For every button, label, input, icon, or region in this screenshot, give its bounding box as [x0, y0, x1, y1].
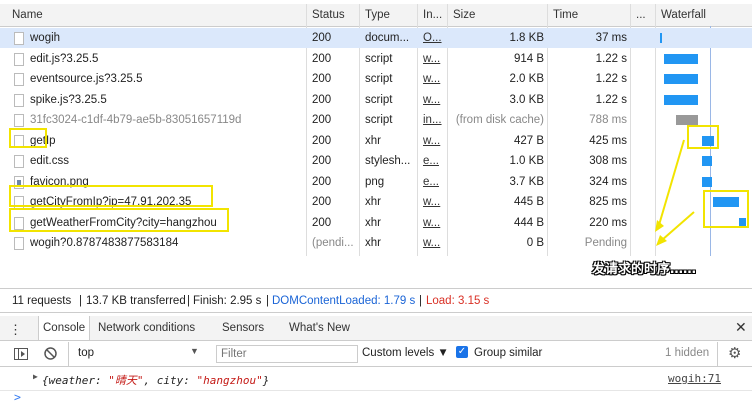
console-object-preview[interactable]: {weather: "晴天", city: "hangzhou"} [42, 372, 269, 388]
console-prompt[interactable]: > [14, 390, 21, 404]
drawer-tabbar: ⋮ Console Network conditions Sensors Wha… [0, 316, 752, 341]
network-summary: 11 requests | 13.7 KB transferred | Fini… [0, 290, 752, 313]
context-selector[interactable]: top [78, 347, 94, 359]
clear-console-icon[interactable] [44, 347, 57, 360]
summary-load: Load: 3.15 s [426, 295, 490, 307]
filter-input[interactable] [216, 345, 358, 363]
expand-arrow-icon[interactable]: ▶ [33, 372, 38, 381]
console-message: ▶ {weather: "晴天", city: "hangzhou"} wogi… [0, 368, 752, 391]
tab-sensors[interactable]: Sensors [222, 322, 264, 334]
tab-network-conditions[interactable]: Network conditions [98, 322, 195, 334]
drawer-menu-icon[interactable]: ⋮ [9, 322, 22, 338]
group-similar-checkbox[interactable]: ✓ [456, 346, 468, 358]
sidebar-toggle-icon[interactable] [14, 348, 28, 360]
summary-requests: 11 requests [12, 295, 72, 307]
console-toolbar: top ▼ Custom levels ▼ ✓ Group similar 1 … [0, 342, 752, 367]
group-similar-label: Group similar [474, 347, 543, 359]
close-icon[interactable]: ✕ [735, 319, 747, 336]
summary-finish: Finish: 2.95 s [193, 295, 262, 307]
summary-dcl: DOMContentLoaded: 1.79 s [272, 295, 416, 307]
console-source-link[interactable]: wogih:71 [668, 372, 721, 385]
summary-transferred: 13.7 KB transferred [86, 295, 186, 307]
hidden-count: 1 hidden [665, 347, 710, 359]
tab-whats-new[interactable]: What's New [289, 322, 350, 334]
annotation-arrows [655, 139, 695, 246]
tab-console[interactable]: Console [38, 316, 91, 340]
chevron-down-icon[interactable]: ▼ [190, 346, 199, 356]
gear-icon[interactable]: ⚙ [728, 344, 741, 362]
log-levels-dropdown[interactable]: Custom levels ▼ [362, 347, 449, 359]
annotation-label: 发请求的时序…… [592, 262, 697, 277]
